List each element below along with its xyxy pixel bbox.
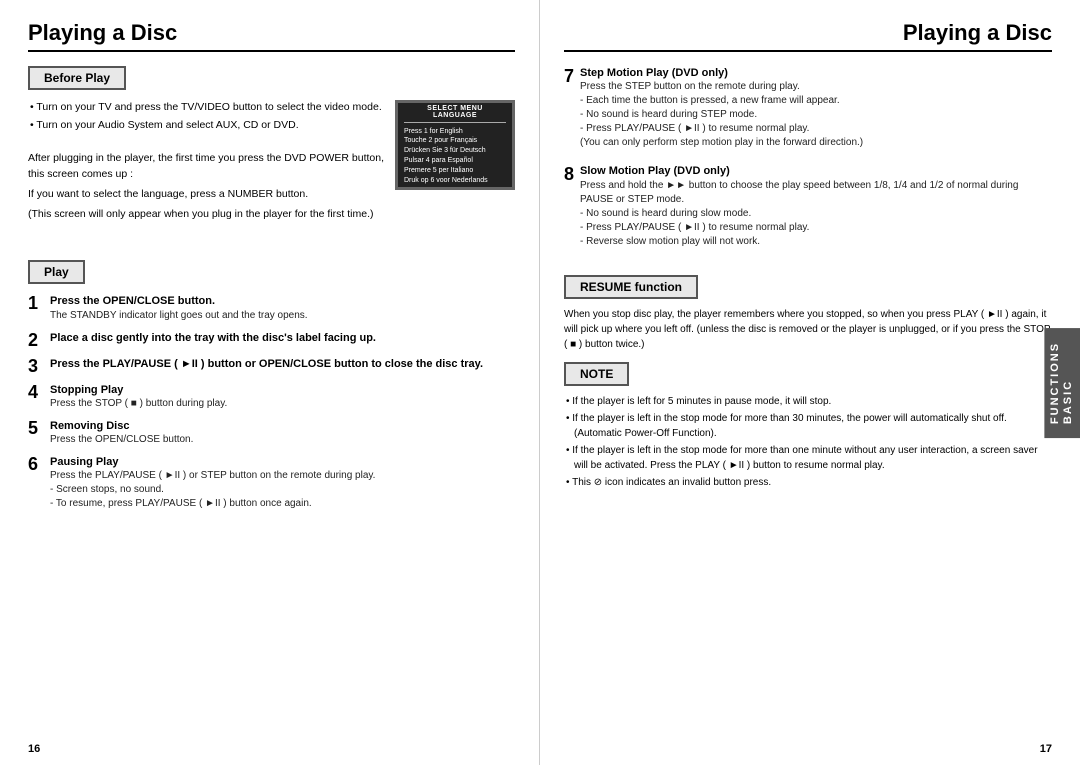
step-5-title: Removing Disc: [50, 419, 515, 433]
before-play-text: • Turn on your TV and press the TV/VIDEO…: [28, 100, 385, 226]
step-1-desc: The STANDBY indicator light goes out and…: [50, 309, 515, 323]
before-play-para3: (This screen will only appear when you p…: [28, 207, 385, 223]
step-6-title: Pausing Play: [50, 455, 515, 469]
step-3-num: 3: [28, 357, 44, 375]
left-page-num: 16: [28, 743, 40, 755]
step-5-desc: Press the OPEN/CLOSE button.: [50, 433, 515, 447]
before-play-bullet2: • Turn on your Audio System and select A…: [28, 118, 385, 134]
step-8-section: 8 Slow Motion Play (DVD only) Press and …: [564, 164, 1052, 248]
step-8-sub2: - Press PLAY/PAUSE ( ►II ) to resume nor…: [580, 221, 1052, 235]
resume-label: RESUME function: [564, 275, 698, 299]
step-7-desc: Press the STEP button on the remote duri…: [580, 80, 1052, 94]
step-2-content: Place a disc gently into the tray with t…: [50, 331, 515, 345]
before-play-section: Before Play • Turn on your TV and press …: [28, 66, 515, 234]
tv-row-4: Pulsar 4 para Español: [404, 156, 506, 166]
step-7-sub3: - Press PLAY/PAUSE ( ►II ) to resume nor…: [580, 122, 1052, 136]
step-1: 1 Press the OPEN/CLOSE button. The STAND…: [28, 294, 515, 322]
step-5-num: 5: [28, 419, 44, 437]
step-6-content: Pausing Play Press the PLAY/PAUSE ( ►II …: [50, 455, 515, 511]
step-8-sub1: - No sound is heard during slow mode.: [580, 207, 1052, 221]
step-2: 2 Place a disc gently into the tray with…: [28, 331, 515, 349]
note-label: NOTE: [564, 362, 629, 386]
step-6-desc: Press the PLAY/PAUSE ( ►II ) or STEP but…: [50, 469, 515, 483]
step-8-sub3: - Reverse slow motion play will not work…: [580, 235, 1052, 249]
step-7-sub2: - No sound is heard during STEP mode.: [580, 108, 1052, 122]
before-play-para2: If you want to select the language, pres…: [28, 187, 385, 203]
step-6: 6 Pausing Play Press the PLAY/PAUSE ( ►I…: [28, 455, 515, 511]
step-7-sub1: - Each time the button is pressed, a new…: [580, 94, 1052, 108]
resume-text: When you stop disc play, the player reme…: [564, 307, 1052, 352]
tv-screen-title: SELECT MENU LANGUAGE: [404, 105, 506, 123]
right-page: Playing a Disc 7 Step Motion Play (DVD o…: [540, 0, 1080, 765]
right-page-num: 17: [1040, 743, 1052, 755]
step-4: 4 Stopping Play Press the STOP ( ■ ) but…: [28, 383, 515, 411]
step-7-num: 7: [564, 66, 574, 87]
play-section: Play 1 Press the OPEN/CLOSE button. The …: [28, 260, 515, 519]
note-section: NOTE • If the player is left for 5 minut…: [564, 362, 1052, 490]
step-7-header: 7 Step Motion Play (DVD only) Press the …: [564, 66, 1052, 150]
step-8-title: Slow Motion Play (DVD only): [580, 164, 1052, 178]
step-8-header: 8 Slow Motion Play (DVD only) Press and …: [564, 164, 1052, 248]
before-play-label: Before Play: [28, 66, 126, 90]
step-1-content: Press the OPEN/CLOSE button. The STANDBY…: [50, 294, 515, 322]
before-play-bullet1: • Turn on your TV and press the TV/VIDEO…: [28, 100, 385, 116]
step-4-num: 4: [28, 383, 44, 401]
step-7-section: 7 Step Motion Play (DVD only) Press the …: [564, 66, 1052, 150]
before-play-para1: After plugging in the player, the first …: [28, 151, 385, 183]
right-page-title: Playing a Disc: [564, 20, 1052, 52]
tv-row-1: Press 1 for English: [404, 127, 506, 137]
step-2-title: Place a disc gently into the tray with t…: [50, 331, 515, 345]
note-bullet3: • If the player is left in the stop mode…: [564, 443, 1052, 473]
note-bullet1: • If the player is left for 5 minutes in…: [564, 394, 1052, 409]
step-8-content: Slow Motion Play (DVD only) Press and ho…: [580, 164, 1052, 248]
before-play-content: • Turn on your TV and press the TV/VIDEO…: [28, 100, 515, 226]
step-7-title: Step Motion Play (DVD only): [580, 66, 1052, 80]
tv-screen: SELECT MENU LANGUAGE Press 1 for English…: [395, 100, 515, 190]
step-6-sub2: - To resume, press PLAY/PAUSE ( ►II ) bu…: [50, 497, 515, 511]
left-page: Playing a Disc Before Play • Turn on you…: [0, 0, 540, 765]
tv-row-2: Touche 2 pour Français: [404, 136, 506, 146]
resume-section: RESUME function When you stop disc play,…: [564, 263, 1052, 352]
note-bullet4: • This ⊘ icon indicates an invalid butto…: [564, 475, 1052, 490]
step-8-num: 8: [564, 164, 574, 185]
step-1-title: Press the OPEN/CLOSE button.: [50, 294, 515, 308]
left-page-title: Playing a Disc: [28, 20, 515, 52]
tv-row-3: Drücken Sie 3 für Deutsch: [404, 146, 506, 156]
step-1-num: 1: [28, 294, 44, 312]
step-4-desc: Press the STOP ( ■ ) button during play.: [50, 397, 515, 411]
step-8-desc: Press and hold the ►► button to choose t…: [580, 179, 1052, 207]
step-5-content: Removing Disc Press the OPEN/CLOSE butto…: [50, 419, 515, 447]
sidebar-tab: BASIC FUNCTIONS: [1044, 327, 1080, 437]
tv-row-5: Premere 5 per Italiano: [404, 166, 506, 176]
step-4-title: Stopping Play: [50, 383, 515, 397]
step-3-content: Press the PLAY/PAUSE ( ►II ) button or O…: [50, 357, 515, 371]
step-2-num: 2: [28, 331, 44, 349]
step-3: 3 Press the PLAY/PAUSE ( ►II ) button or…: [28, 357, 515, 375]
step-7-sub4: (You can only perform step motion play i…: [580, 136, 1052, 150]
step-4-content: Stopping Play Press the STOP ( ■ ) butto…: [50, 383, 515, 411]
step-3-title: Press the PLAY/PAUSE ( ►II ) button or O…: [50, 357, 515, 371]
step-5: 5 Removing Disc Press the OPEN/CLOSE but…: [28, 419, 515, 447]
note-bullet2: • If the player is left in the stop mode…: [564, 411, 1052, 441]
step-6-num: 6: [28, 455, 44, 473]
play-label: Play: [28, 260, 85, 284]
step-6-sub1: - Screen stops, no sound.: [50, 483, 515, 497]
note-text: • If the player is left for 5 minutes in…: [564, 394, 1052, 490]
right-content: 7 Step Motion Play (DVD only) Press the …: [564, 66, 1052, 745]
tv-row-6: Druk op 6 voor Nederlands: [404, 176, 506, 186]
step-7-content: Step Motion Play (DVD only) Press the ST…: [580, 66, 1052, 150]
